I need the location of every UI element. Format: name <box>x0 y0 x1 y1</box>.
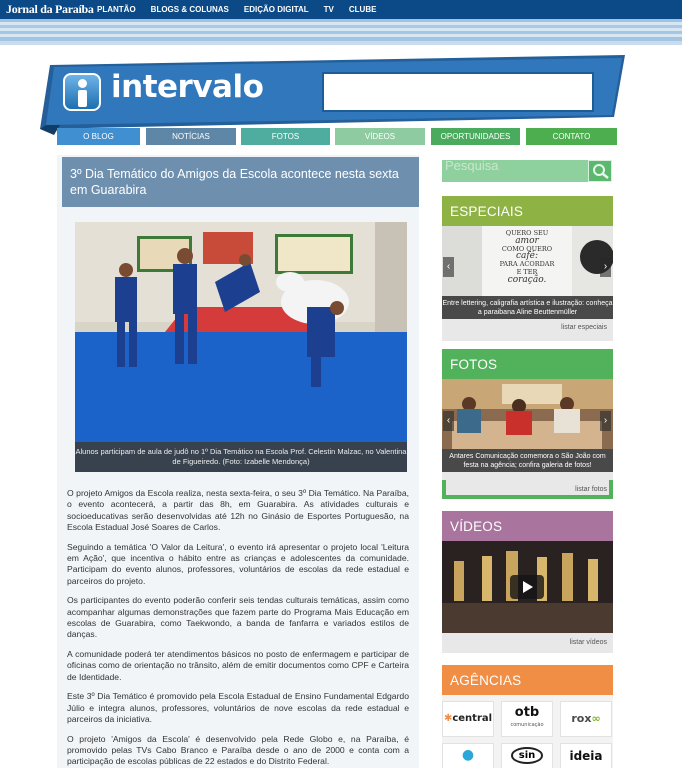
menu-item-o-blog[interactable]: O BLOG <box>57 128 140 145</box>
video-thumbnail[interactable] <box>442 541 613 633</box>
judo-photo-illustration <box>75 222 407 472</box>
agency-name: rox <box>571 712 592 725</box>
article-title[interactable]: 3º Dia Temático do Amigos da Escola acon… <box>62 157 419 207</box>
article-paragraph: Seguindo a temática 'O Valor da Leitura'… <box>67 541 409 586</box>
search-button[interactable] <box>588 160 612 182</box>
info-logo-icon[interactable] <box>63 73 101 111</box>
nav-link-blogs-colunas[interactable]: BLOGS & COLUNAS <box>151 5 229 14</box>
fotos-caption[interactable]: Antares Comunicação comemora o São João … <box>442 449 613 472</box>
banner-ad-slot <box>322 72 594 112</box>
agency-logo-ideia[interactable]: ideia <box>560 743 612 768</box>
agencias-widget: AGÊNCIAS ✱central otb comunicação rox∞ ●… <box>442 665 613 768</box>
lettering-line: coração. <box>507 274 547 285</box>
photo-caption: Alunos participam de aula de judô no 1º … <box>75 442 407 472</box>
location-pin-icon: ● <box>461 747 475 763</box>
agency-subtitle: comunicação <box>510 722 544 728</box>
agency-logo-otb[interactable]: otb comunicação <box>501 701 553 737</box>
nav-link-tv[interactable]: TV <box>324 5 334 14</box>
nav-link-clube[interactable]: CLUBE <box>349 5 377 14</box>
agency-name: sin <box>510 747 544 764</box>
agency-logo-rox[interactable]: rox∞ <box>560 701 612 737</box>
nav-link-edicao-digital[interactable]: EDIÇÃO DIGITAL <box>244 5 309 14</box>
article-paragraph: A comunidade poderá ter atendimentos bás… <box>67 649 409 682</box>
especiais-widget: ESPECIAIS QUERO SEU amor COMO QUERO café… <box>442 196 613 341</box>
article-paragraph: O projeto Amigos da Escola realiza, nest… <box>67 488 409 532</box>
search-icon <box>593 164 609 179</box>
fotos-widget: FOTOS ‹ › Antares Comunicação comemora o… <box>442 349 613 499</box>
prev-arrow-icon[interactable]: ‹ <box>443 257 454 277</box>
menu-item-fotos[interactable]: FOTOS <box>241 128 330 145</box>
site-logo[interactable]: Jornal da Paraíba <box>6 2 94 17</box>
nav-link-plantao[interactable]: PLANTÃO <box>97 5 136 14</box>
play-button[interactable] <box>510 575 544 599</box>
next-arrow-icon[interactable]: › <box>600 257 611 277</box>
agencias-title[interactable]: AGÊNCIAS <box>442 665 613 695</box>
agency-logo-pin[interactable]: ● <box>442 743 494 768</box>
fotos-title[interactable]: FOTOS <box>442 349 613 379</box>
article-paragraph: Este 3º Dia Temático é promovido pela Es… <box>67 691 409 725</box>
agency-logo-sin[interactable]: sin <box>501 743 553 768</box>
article: 3º Dia Temático do Amigos da Escola acon… <box>57 155 419 768</box>
videos-widget: VÍDEOS listar vídeos <box>442 511 613 653</box>
videos-more-link[interactable]: listar vídeos <box>570 639 607 646</box>
blog-menu: O BLOG NOTÍCIAS FOTOS VÍDEOS OPORTUNIDAD… <box>57 128 617 145</box>
rox-mark-icon: ∞ <box>591 712 601 725</box>
videos-title[interactable]: VÍDEOS <box>442 511 613 541</box>
especiais-caption[interactable]: Entre lettering, caligrafia artística e … <box>442 296 613 319</box>
agency-logo-central[interactable]: ✱central <box>442 701 494 737</box>
lettering-text: QUERO SEU amor COMO QUERO café: PARA ACO… <box>487 229 567 285</box>
menu-item-contato[interactable]: CONTATO <box>526 128 617 145</box>
prev-arrow-icon[interactable]: ‹ <box>443 411 454 431</box>
search-box[interactable]: Pesquisa <box>442 158 612 182</box>
agency-name: otb <box>514 705 540 720</box>
fotos-more-link[interactable]: listar fotos <box>575 486 607 493</box>
play-icon <box>523 581 533 593</box>
search-input[interactable]: Pesquisa <box>445 158 498 173</box>
brand-name[interactable]: intervalo <box>111 69 264 105</box>
especiais-title[interactable]: ESPECIAIS <box>442 196 613 226</box>
fotos-slide-image[interactable] <box>442 379 613 449</box>
menu-item-videos[interactable]: VÍDEOS <box>335 128 425 145</box>
especiais-slide-image[interactable]: QUERO SEU amor COMO QUERO café: PARA ACO… <box>442 226 613 299</box>
blog-banner: intervalo <box>40 55 630 135</box>
menu-item-oportunidades[interactable]: OPORTUNIDADES <box>431 128 520 145</box>
article-body: O projeto Amigos da Escola realiza, nest… <box>67 488 409 768</box>
article-photo[interactable] <box>75 222 407 472</box>
menu-item-noticias[interactable]: NOTÍCIAS <box>146 128 236 145</box>
agency-name: ideia <box>569 749 603 763</box>
header-stripes <box>0 19 682 45</box>
agency-name: central <box>452 713 493 724</box>
especiais-more-link[interactable]: listar especiais <box>561 324 607 331</box>
next-arrow-icon[interactable]: › <box>600 411 611 431</box>
article-paragraph: Os participantes do evento poderão confe… <box>67 595 409 640</box>
top-nav: PLANTÃO BLOGS & COLUNAS EDIÇÃO DIGITAL T… <box>97 5 376 14</box>
article-paragraph: O projeto 'Amigos da Escola' é desenvolv… <box>67 733 409 767</box>
top-navigation-bar: Jornal da Paraíba PLANTÃO BLOGS & COLUNA… <box>0 0 682 19</box>
